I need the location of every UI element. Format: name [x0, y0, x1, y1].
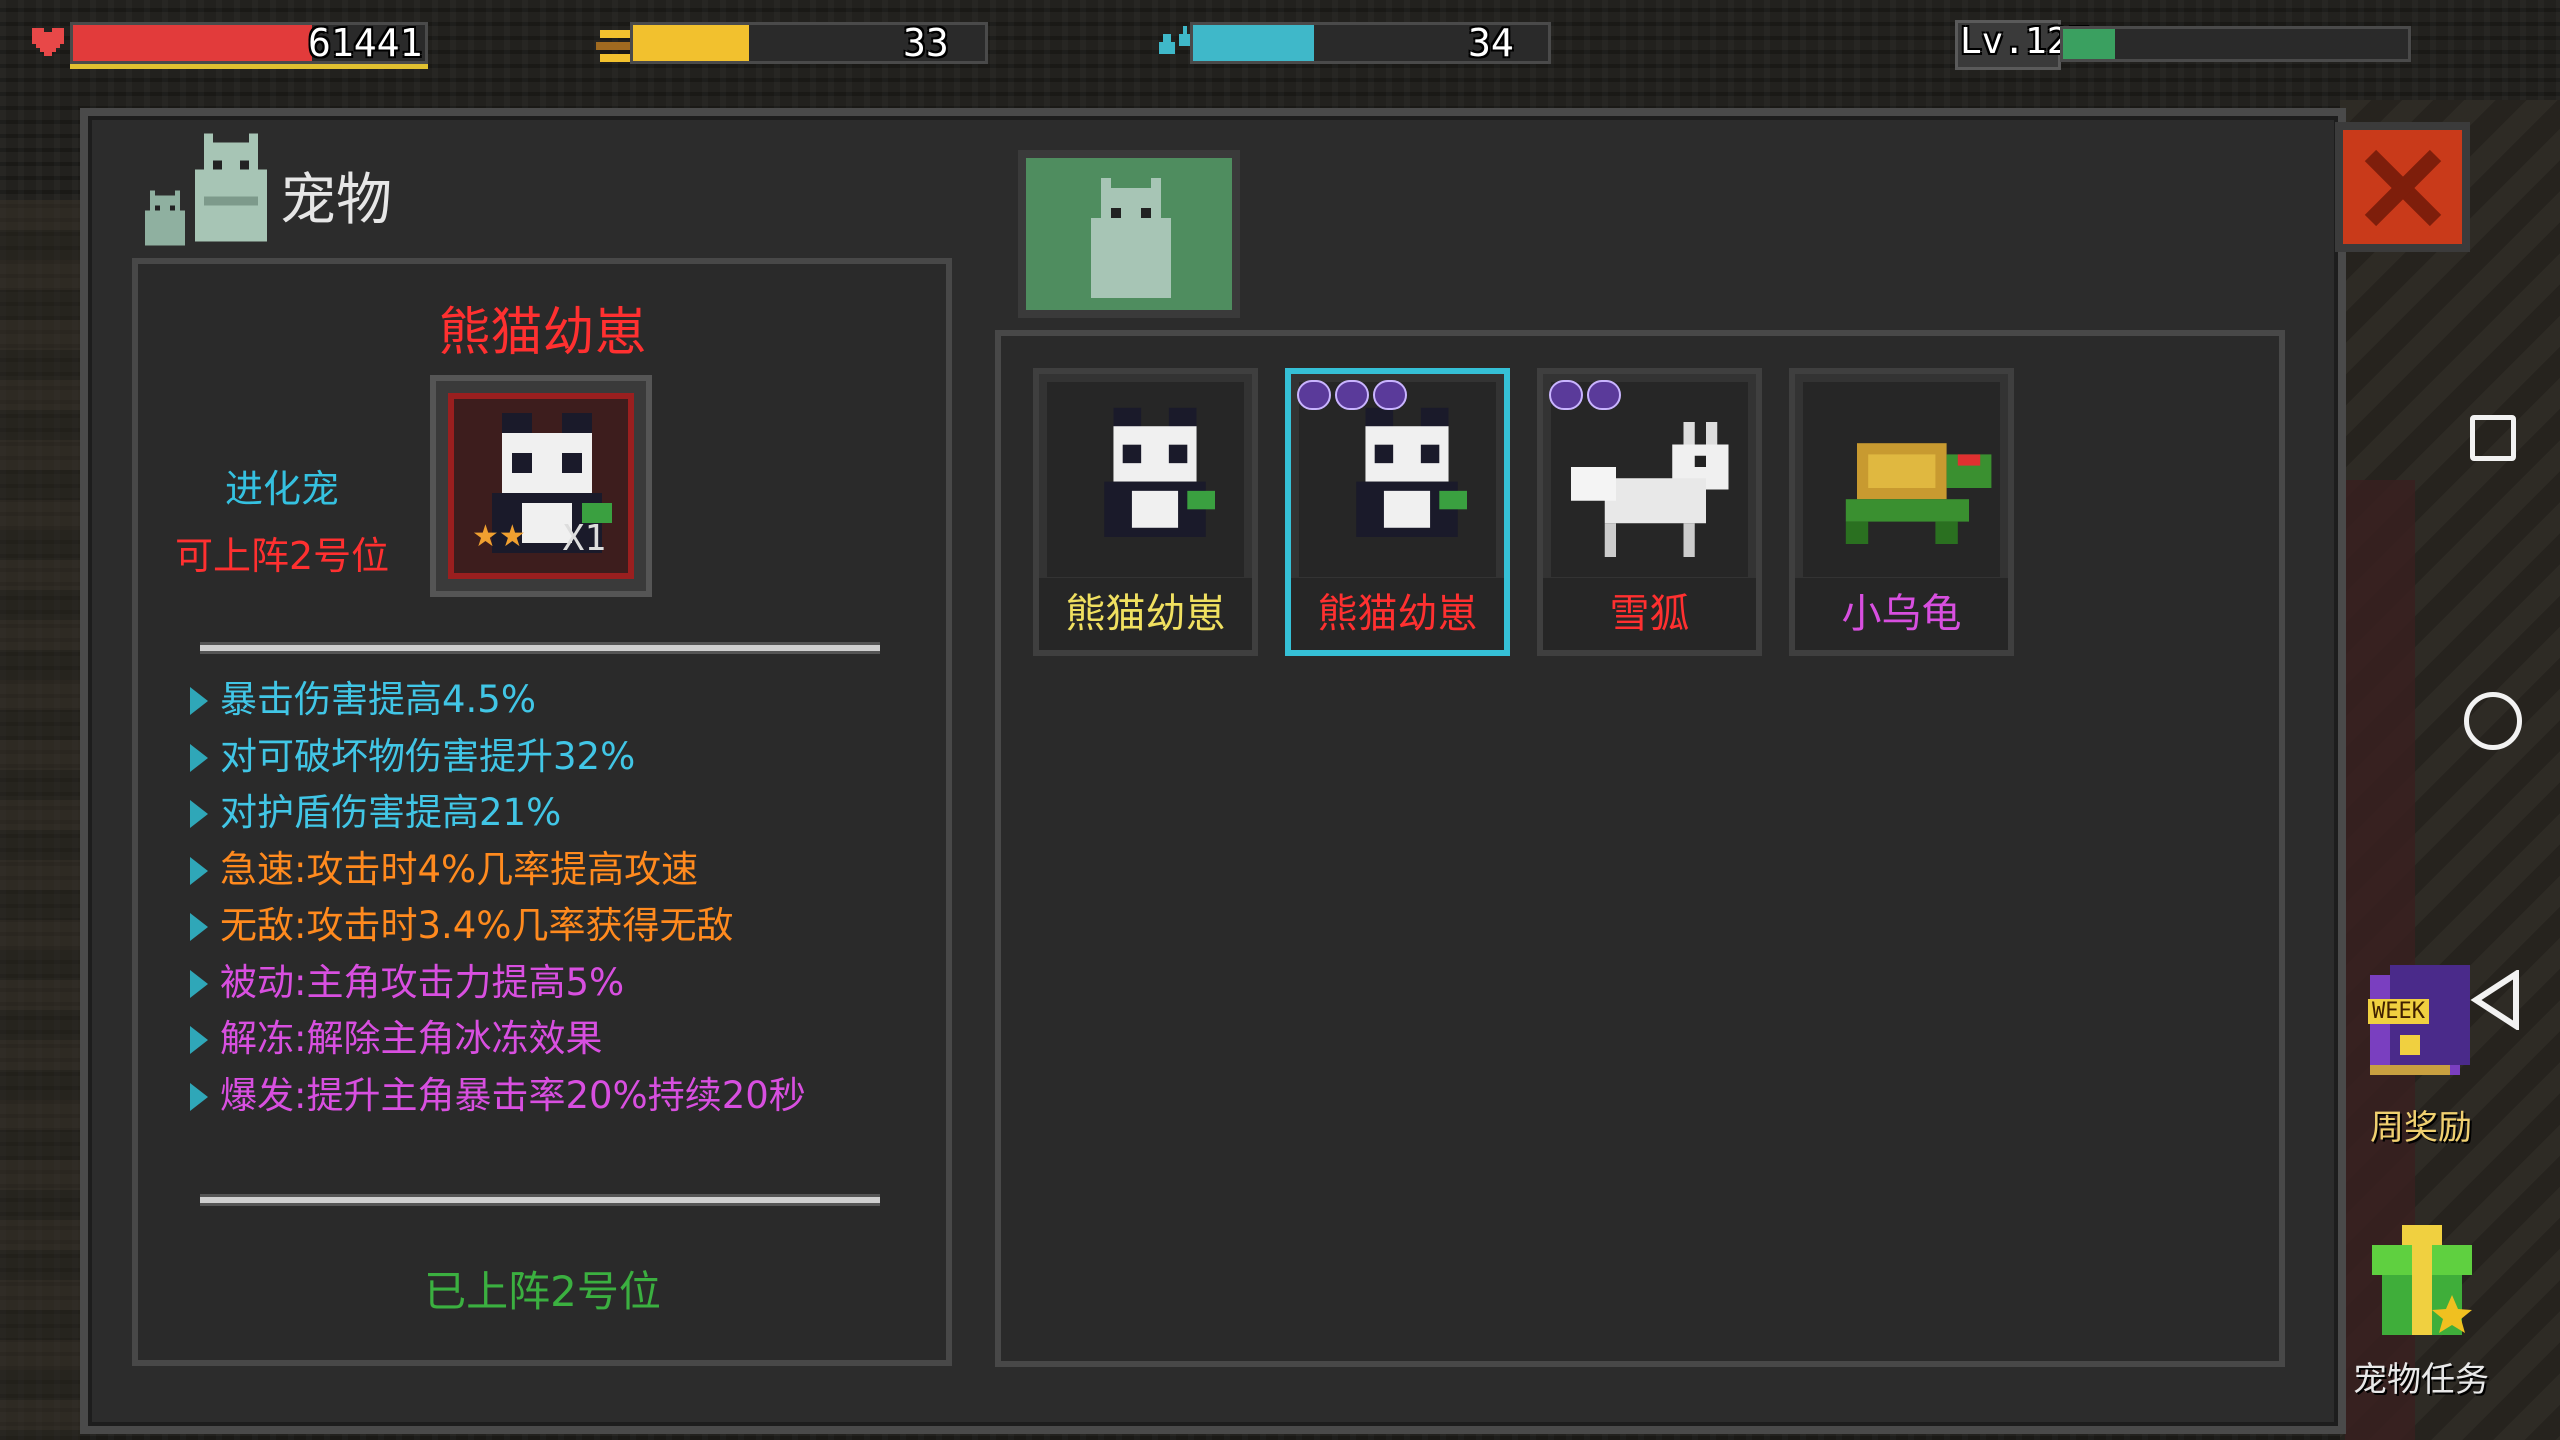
- selected-pet-portrait: ★★ X1: [430, 375, 652, 597]
- pet-cat-icon: [195, 133, 267, 242]
- food-value: 33: [903, 21, 949, 65]
- week-badge: WEEK: [2368, 999, 2429, 1024]
- xp-bar-fill: [2063, 29, 2115, 59]
- portrait-frame: ★★ X1: [448, 393, 634, 579]
- awaken-badges: [1297, 380, 1407, 412]
- triangle-bullet-icon: [190, 800, 208, 828]
- food-bar: 33: [630, 21, 988, 65]
- attribute-row: 无敌:攻击时3.4%几率获得无敌: [190, 901, 806, 958]
- evolve-tag: 进化宠: [225, 467, 340, 511]
- divider-top: [200, 642, 880, 654]
- home-button[interactable]: [2464, 692, 2522, 750]
- selected-pet-name: 熊猫幼崽: [438, 303, 647, 363]
- week-reward-button[interactable]: WEEK: [2360, 965, 2480, 1085]
- triangle-bullet-icon: [190, 969, 208, 998]
- awaken-badges: [1549, 380, 1621, 412]
- attribute-row: 爆发:提升主角暴击率20%持续20秒: [190, 1071, 806, 1128]
- triangle-bullet-icon: [190, 743, 208, 772]
- attribute-text: 对护盾伤害提高21%: [220, 791, 562, 834]
- pet-card[interactable]: 雪狐: [1537, 368, 1762, 656]
- hp-value: 61441: [308, 21, 423, 65]
- panel-title: 宠物: [280, 168, 392, 233]
- close-button[interactable]: [2335, 122, 2470, 252]
- triangle-bullet-icon: [190, 913, 208, 941]
- pet-card-name: 熊猫幼崽: [1291, 578, 1504, 650]
- pet-cat-tab-icon: [1091, 178, 1171, 298]
- attribute-row: 对可破坏物伤害提升32%: [190, 732, 806, 789]
- recent-apps-button[interactable]: [2470, 415, 2516, 461]
- pet-card-name: 小乌龟: [1795, 578, 2008, 650]
- pet-card[interactable]: 熊猫幼崽: [1033, 368, 1258, 656]
- triangle-bullet-icon: [190, 1082, 208, 1111]
- pet-task-label[interactable]: 宠物任务: [2346, 1352, 2496, 1401]
- water-bar-fill: [1193, 25, 1314, 61]
- attribute-text: 解冻:解除主角冰冻效果: [220, 1017, 603, 1060]
- attribute-text: 被动:主角攻击力提高5%: [220, 960, 625, 1004]
- attribute-text: 暴击伤害提高4.5%: [220, 678, 536, 721]
- pet-card-name: 雪狐: [1543, 578, 1756, 650]
- eye-icon: [1335, 380, 1369, 410]
- attribute-row: 解冻:解除主角冰冻效果: [190, 1014, 806, 1071]
- water-value: 34: [1468, 21, 1514, 65]
- top-hud: 61441 33 34 Lv.127: [0, 0, 2560, 80]
- turtle-icon: [1803, 382, 2000, 577]
- attribute-row: 对护盾伤害提高21%: [190, 788, 806, 845]
- background-pillar: [0, 200, 80, 1440]
- triangle-bullet-icon: [190, 1026, 208, 1054]
- food-bar-fill: [633, 25, 750, 61]
- pet-card[interactable]: 小乌龟: [1789, 368, 2014, 656]
- attribute-text: 对可破坏物伤害提升32%: [220, 734, 636, 778]
- divider-bottom: [200, 1194, 880, 1206]
- attribute-row: 急速:攻击时4%几率提高攻速: [190, 845, 806, 902]
- week-reward-label[interactable]: 周奖励: [2346, 1100, 2496, 1149]
- eye-icon: [1373, 380, 1407, 410]
- attribute-row: 暴击伤害提高4.5%: [190, 675, 806, 732]
- pet-quantity: X1: [562, 518, 606, 559]
- pet-cat-small-icon: [145, 190, 185, 246]
- panda-icon: [1047, 382, 1244, 577]
- water-drop-icon: [1159, 26, 1191, 54]
- calendar-book-icon: [2370, 965, 2470, 1075]
- deployed-status: 已上阵2号位: [424, 1267, 661, 1316]
- xp-bar: [2060, 26, 2411, 62]
- triangle-bullet-icon: [190, 687, 208, 715]
- attribute-text: 无敌:攻击时3.4%几率获得无敌: [220, 904, 734, 947]
- attribute-text: 急速:攻击时4%几率提高攻速: [220, 847, 699, 891]
- hp-bar: 61441: [70, 21, 428, 65]
- attribute-row: 被动:主角攻击力提高5%: [190, 958, 806, 1015]
- pet-task-button[interactable]: [2362, 1215, 2482, 1335]
- slot-tag: 可上阵2号位: [175, 534, 390, 578]
- pet-card[interactable]: 熊猫幼崽: [1285, 368, 1510, 656]
- eye-icon: [1297, 380, 1331, 410]
- attribute-text: 爆发:提升主角暴击率20%持续20秒: [220, 1073, 806, 1117]
- gift-icon: [2372, 1225, 2472, 1335]
- tab-pets[interactable]: [1018, 150, 1240, 318]
- water-bar: 34: [1190, 21, 1551, 65]
- level-badge: Lv.127: [1955, 20, 2090, 70]
- heart-icon: [32, 28, 64, 56]
- triangle-bullet-icon: [190, 856, 208, 885]
- star-rating: ★★: [472, 519, 526, 554]
- hp-underline: [70, 64, 428, 69]
- eye-icon: [1549, 380, 1583, 410]
- pet-card-name: 熊猫幼崽: [1039, 578, 1252, 650]
- attribute-list: 暴击伤害提高4.5% 对可破坏物伤害提升32% 对护盾伤害提高21% 急速:攻击时4%…: [190, 675, 806, 1127]
- hp-bar-fill: [73, 25, 313, 61]
- eye-icon: [1587, 380, 1621, 410]
